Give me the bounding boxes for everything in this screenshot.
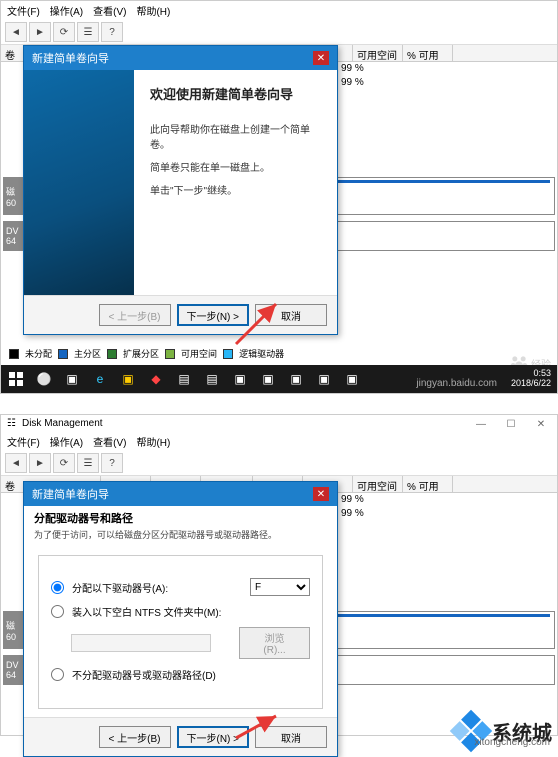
minimize-icon[interactable]: — xyxy=(471,419,491,430)
app-title: Disk Management xyxy=(22,418,103,429)
tool-fwd-icon[interactable]: ► xyxy=(29,22,51,42)
menu-action[interactable]: 操作(A) xyxy=(50,434,83,449)
wizard-subheader: 分配驱动器号和路径 为了便于访问，可以给磁盘分区分配驱动器号或驱动器路径。 xyxy=(24,506,337,547)
app-icon: ☷ xyxy=(7,418,16,429)
vol-row-pct: 99 % xyxy=(341,62,557,76)
col-pct[interactable]: % 可用 xyxy=(403,476,453,492)
disk-mgmt-window-2: ☷ Disk Management — ☐ ✕ 文件(F) 操作(A) 查看(V… xyxy=(0,414,558,736)
col-free[interactable]: 可用空间 xyxy=(353,476,403,492)
wizard-buttons: < 上一步(B) 下一步(N) > 取消 xyxy=(24,717,337,756)
menu-file[interactable]: 文件(F) xyxy=(7,434,40,449)
app-icon[interactable]: ▣ xyxy=(311,368,337,390)
clock[interactable]: 0:532018/6/22 xyxy=(511,369,555,389)
legend-extended: 扩展分区 xyxy=(123,347,159,360)
site-logo: 系统城 xitongcheng.com xyxy=(456,716,552,746)
wizard-subdesc: 为了便于访问，可以给磁盘分区分配驱动器号或驱动器路径。 xyxy=(34,526,327,547)
menu-help[interactable]: 帮助(H) xyxy=(136,3,170,18)
wizard-title: 新建简单卷向导 xyxy=(32,50,109,66)
wizard-content: 欢迎使用新建简单卷向导 此向导帮助你在磁盘上创建一个简单卷。 简单卷只能在单一磁… xyxy=(134,70,337,295)
toolbar: ◄ ► ⟳ ☰ ? xyxy=(1,20,557,45)
tool-back-icon[interactable]: ◄ xyxy=(5,453,27,473)
back-button: < 上一步(B) xyxy=(99,304,171,326)
cancel-button[interactable]: 取消 xyxy=(255,726,327,748)
opt-no-assign[interactable] xyxy=(51,668,64,681)
app-icon[interactable]: ▤ xyxy=(171,368,197,390)
menu-view[interactable]: 查看(V) xyxy=(93,434,126,449)
tool-back-icon[interactable]: ◄ xyxy=(5,22,27,42)
new-volume-wizard: 新建简单卷向导 ✕ 分配驱动器号和路径 为了便于访问，可以给磁盘分区分配驱动器号… xyxy=(23,481,338,757)
cancel-button[interactable]: 取消 xyxy=(255,304,327,326)
legend-free: 可用空间 xyxy=(181,347,217,360)
legend-primary: 主分区 xyxy=(74,347,101,360)
close-icon[interactable]: ✕ xyxy=(313,487,329,501)
wizard-titlebar[interactable]: 新建简单卷向导 ✕ xyxy=(24,46,337,70)
opt-assign-letter[interactable] xyxy=(51,581,64,594)
wizard-buttons: < 上一步(B) 下一步(N) > 取消 xyxy=(24,295,337,334)
opt-no-assign-label: 不分配驱动器号或驱动器路径(D) xyxy=(72,667,216,682)
next-button[interactable]: 下一步(N) > xyxy=(177,726,250,748)
toolbar: ◄ ► ⟳ ☰ ? xyxy=(1,451,557,476)
close-icon[interactable]: ✕ xyxy=(531,419,551,430)
search-icon[interactable]: ⚪ xyxy=(31,368,57,390)
url-watermark: jingyan.baidu.com xyxy=(416,378,497,389)
app-icon[interactable]: ▤ xyxy=(199,368,225,390)
explorer-icon[interactable]: ▣ xyxy=(115,368,141,390)
col-free[interactable]: 可用空间 xyxy=(353,45,403,61)
wizard-titlebar[interactable]: 新建简单卷向导 ✕ xyxy=(24,482,337,506)
tool-props-icon[interactable]: ☰ xyxy=(77,22,99,42)
disk-mgmt-window-1: 文件(F) 操作(A) 查看(V) 帮助(H) ◄ ► ⟳ ☰ ? 卷 布局 类… xyxy=(0,0,558,394)
col-pct[interactable]: % 可用 xyxy=(403,45,453,61)
app-icon[interactable]: ▣ xyxy=(283,368,309,390)
app-icon[interactable]: ▣ xyxy=(339,368,365,390)
wizard-subtitle: 分配驱动器号和路径 xyxy=(34,510,327,526)
logo-url: xitongcheng.com xyxy=(474,737,550,748)
mount-path-input xyxy=(71,634,211,652)
browse-button: 浏览(R)... xyxy=(239,627,310,659)
menu-file[interactable]: 文件(F) xyxy=(7,3,40,18)
wizard-side-image xyxy=(24,70,134,295)
back-button[interactable]: < 上一步(B) xyxy=(99,726,171,748)
wizard-title: 新建简单卷向导 xyxy=(32,486,109,502)
vol-row-pct: 99 % xyxy=(341,507,557,521)
next-button[interactable]: 下一步(N) > xyxy=(177,304,250,326)
start-icon[interactable] xyxy=(3,368,29,390)
menu-help[interactable]: 帮助(H) xyxy=(136,434,170,449)
new-volume-wizard: 新建简单卷向导 ✕ 欢迎使用新建简单卷向导 此向导帮助你在磁盘上创建一个简单卷。… xyxy=(23,45,338,335)
menubar: 文件(F) 操作(A) 查看(V) 帮助(H) xyxy=(1,432,557,451)
vol-row-pct: 99 % xyxy=(341,76,557,90)
taskbar[interactable]: ⚪ ▣ e ▣ ◆ ▤ ▤ ▣ ▣ ▣ ▣ ▣ jingyan.baidu.co… xyxy=(1,365,557,393)
tool-refresh-icon[interactable]: ⟳ xyxy=(53,22,75,42)
maximize-icon[interactable]: ☐ xyxy=(501,419,521,430)
opt-mount-folder[interactable] xyxy=(51,605,64,618)
wizard-text: 单击"下一步"继续。 xyxy=(150,182,321,197)
menu-action[interactable]: 操作(A) xyxy=(50,3,83,18)
legend-logical: 逻辑驱动器 xyxy=(239,347,284,360)
menu-view[interactable]: 查看(V) xyxy=(93,3,126,18)
tool-fwd-icon[interactable]: ► xyxy=(29,453,51,473)
edge-icon[interactable]: e xyxy=(87,368,113,390)
tool-help-icon[interactable]: ? xyxy=(101,453,123,473)
tool-props-icon[interactable]: ☰ xyxy=(77,453,99,473)
drive-letter-select[interactable]: F xyxy=(250,578,310,596)
legend-unalloc: 未分配 xyxy=(25,347,52,360)
taskview-icon[interactable]: ▣ xyxy=(59,368,85,390)
wizard-text: 简单卷只能在单一磁盘上。 xyxy=(150,159,321,174)
legend: 未分配 主分区 扩展分区 可用空间 逻辑驱动器 xyxy=(3,344,290,363)
wizard-text: 此向导帮助你在磁盘上创建一个简单卷。 xyxy=(150,121,321,151)
app-icon[interactable]: ▣ xyxy=(255,368,281,390)
wizard-options-group: 分配以下驱动器号(A): F 装入以下空白 NTFS 文件夹中(M): 浏览(R… xyxy=(38,555,323,709)
vol-row-pct: 99 % xyxy=(341,493,557,507)
opt-assign-letter-label: 分配以下驱动器号(A): xyxy=(72,580,168,595)
window-controls: — ☐ ✕ xyxy=(471,419,551,430)
opt-mount-folder-label: 装入以下空白 NTFS 文件夹中(M): xyxy=(72,604,221,619)
wizard-heading: 欢迎使用新建简单卷向导 xyxy=(150,84,321,103)
tool-refresh-icon[interactable]: ⟳ xyxy=(53,453,75,473)
app-icon[interactable]: ◆ xyxy=(143,368,169,390)
close-icon[interactable]: ✕ xyxy=(313,51,329,65)
tool-help-icon[interactable]: ? xyxy=(101,22,123,42)
menubar: 文件(F) 操作(A) 查看(V) 帮助(H) xyxy=(1,1,557,20)
app-icon[interactable]: ▣ xyxy=(227,368,253,390)
